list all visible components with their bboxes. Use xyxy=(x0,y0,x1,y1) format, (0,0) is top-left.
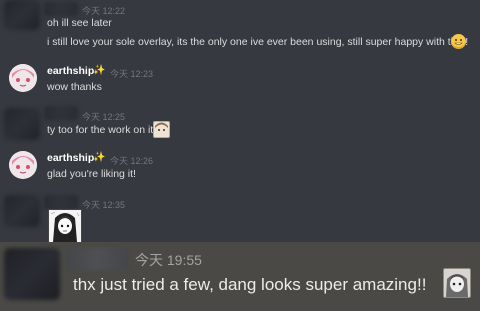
message-text: oh ill see later xyxy=(47,17,112,29)
anime-emote-icon[interactable] xyxy=(153,121,170,138)
message-text: glad you're liking it! xyxy=(47,168,136,180)
blurred-avatar xyxy=(4,195,40,227)
blurred-username[interactable] xyxy=(44,195,78,209)
sparkle-icon: ✨ xyxy=(93,152,106,163)
message-timestamp: 今天 12:26 xyxy=(110,156,154,166)
message-text: i still love your sole overlay, its the … xyxy=(47,36,469,48)
blurred-username[interactable] xyxy=(44,2,78,16)
anime-emote-icon[interactable] xyxy=(443,268,471,298)
author-name[interactable]: earthship xyxy=(47,152,94,164)
grin-emoji-icon[interactable] xyxy=(451,34,466,49)
message-timestamp: 今天 12:35 xyxy=(82,200,126,210)
message-timestamp: 今天 12:23 xyxy=(110,69,154,79)
sparkle-icon: ✨ xyxy=(93,65,106,76)
message-timestamp: 今天 12:25 xyxy=(82,112,126,122)
message-text: thx just tried a few, dang looks super a… xyxy=(73,275,427,294)
message-timestamp: 今天 12:22 xyxy=(82,6,126,16)
blurred-avatar xyxy=(4,248,60,300)
manga-sticker-image[interactable] xyxy=(48,209,82,243)
blurred-avatar xyxy=(4,0,40,30)
message-text: wow thanks xyxy=(47,81,102,93)
earthship-avatar[interactable] xyxy=(9,151,37,179)
blurred-avatar xyxy=(4,108,40,140)
blurred-username[interactable] xyxy=(66,248,128,270)
earthship-avatar[interactable] xyxy=(9,64,37,92)
message-timestamp: 今天 19:55 xyxy=(135,252,202,268)
message-text: ty too for the work on it xyxy=(47,124,154,136)
author-name[interactable]: earthship xyxy=(47,65,94,77)
blurred-username[interactable] xyxy=(44,106,78,120)
